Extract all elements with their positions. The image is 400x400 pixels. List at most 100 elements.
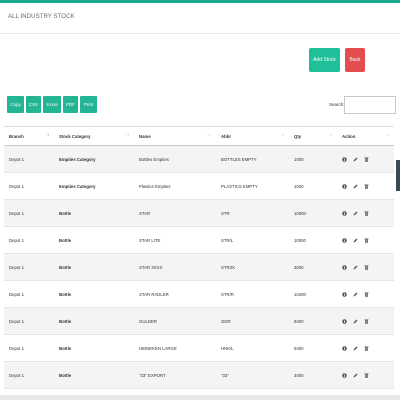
cell-name: STAR LITE [134,226,216,254]
cell-abbr: STR3X [216,253,289,281]
info-icon[interactable] [342,210,347,216]
pencil-icon[interactable] [353,157,358,162]
table-row: Depot 1 Bottle STAR STR 10000 [4,199,394,227]
pencil-icon[interactable] [353,265,358,270]
cell-branch: Depot 1 [4,253,54,281]
copy-button[interactable]: Copy [7,96,24,113]
trash-icon[interactable] [364,238,369,243]
cell-branch: Depot 1 [4,361,54,389]
table-row: Depot 1 Bottle GULDER GDR 9400 [4,307,394,335]
info-icon[interactable] [342,264,347,270]
cell-actions [337,145,394,173]
cell-branch: Depot 1 [4,334,54,362]
csv-button[interactable]: CSV [26,96,41,113]
cell-abbr: STR/R [216,280,289,308]
cell-stock-category: Bottle [54,199,134,227]
scrollbar-thumb[interactable] [396,160,400,191]
stock-table: Branch ↑↓ Stock Category ↑↓ Name ↑↓ Abbr ↑↓ … [4,126,394,400]
cell-branch: Depot 1 [4,280,54,308]
pencil-icon[interactable] [353,292,358,297]
trash-icon[interactable] [364,265,369,270]
cell-abbr: STR/L [216,226,289,254]
title-divider [0,33,400,34]
cell-name: Plastics Empties [134,172,216,200]
table-row: Depot 1 Bottle STAR RADLER STR/R 10400 [4,280,394,308]
export-buttons: Copy CSV Excel PDF Print [7,96,97,113]
cell-actions [337,199,394,227]
cell-qty: 3000 [289,253,337,281]
cell-abbr: HNK/L [216,334,289,362]
column-header-branch[interactable]: Branch ↑↓ [4,126,54,146]
cell-stock-category: Bottle [54,280,134,308]
excel-button[interactable]: Excel [43,96,61,113]
cell-stock-category: Bottle [54,361,134,389]
add-stock-button[interactable]: Add Stock [309,48,340,72]
search-input[interactable] [344,96,396,114]
cell-qty: 1000 [289,145,337,173]
column-header-abbr[interactable]: Abbr ↑↓ [216,126,289,146]
cell-qty: 3400 [289,361,337,389]
pencil-icon[interactable] [353,373,358,378]
table-row: Depot 1 Bottle STAR LITE STR/L 10000 [4,226,394,254]
sort-icon: ↑↓ [280,132,285,138]
trash-icon[interactable] [364,373,369,378]
sort-icon: ↑↓ [328,132,333,138]
back-button[interactable]: Back [345,48,365,72]
trash-icon[interactable] [364,292,369,297]
cell-abbr: STR [216,199,289,227]
cell-qty: 10000 [289,199,337,227]
info-icon[interactable] [342,183,347,189]
info-icon[interactable] [342,291,347,297]
cell-qty: 6400 [289,334,337,362]
cell-branch: Depot 1 [4,199,54,227]
cell-stock-category: Bottle [54,307,134,335]
cell-name: HEINEKEN LARGE [134,334,216,362]
cell-branch: Depot 1 [4,145,54,173]
sort-icon: ↑↓ [125,132,130,138]
cell-name: STAR [134,199,216,227]
trash-icon[interactable] [364,157,369,162]
cell-stock-category: Empties Category [54,172,134,200]
pencil-icon[interactable] [353,319,358,324]
print-button[interactable]: Print [80,96,97,113]
pencil-icon[interactable] [353,184,358,189]
info-icon[interactable] [342,372,347,378]
sort-icon: ↑↓ [385,132,390,138]
pencil-icon[interactable] [353,346,358,351]
cell-stock-category: Bottle [54,334,134,362]
pencil-icon[interactable] [353,238,358,243]
info-icon[interactable] [342,237,347,243]
cell-abbr: "33" [216,361,289,389]
info-icon[interactable] [342,156,347,162]
info-icon[interactable] [342,318,347,324]
pdf-button[interactable]: PDF [63,96,78,113]
column-header-qty[interactable]: Qty ↑↓ [289,126,337,146]
sort-icon: ↑↓ [207,132,212,138]
cell-name: "33" EXPORT [134,361,216,389]
trash-icon[interactable] [364,184,369,189]
trash-icon[interactable] [364,319,369,324]
cell-branch: Depot 1 [4,307,54,335]
cell-stock-category: Bottle [54,226,134,254]
cell-actions [337,307,394,335]
column-header-stock-category[interactable]: Stock Category ↑↓ [54,126,134,146]
cell-qty: 1000 [289,172,337,200]
info-icon[interactable] [342,345,347,351]
trash-icon[interactable] [364,211,369,216]
column-header-name[interactable]: Name ↑↓ [134,126,216,146]
column-header-action[interactable]: Action ↑↓ [337,126,394,146]
cell-stock-category: Empties Category [54,145,134,173]
cell-actions [337,334,394,362]
cell-name: Bottles Empties [134,145,216,173]
page-title: ALL INDUSTRY STOCK [8,14,75,20]
pencil-icon[interactable] [353,211,358,216]
table-row: Depot 1 Bottle STAR 3XXX STR3X 3000 [4,253,394,281]
cell-branch: Depot 1 [4,172,54,200]
cell-abbr: PLASTICS EMPTY [216,172,289,200]
cell-qty: 9400 [289,307,337,335]
table-row: Depot 1 Bottle "33" EXPORT "33" 3400 [4,361,394,389]
cell-actions [337,172,394,200]
cell-actions [337,226,394,254]
table-row: Depot 1 Bottle HEINEKEN LARGE HNK/L 6400 [4,334,394,362]
trash-icon[interactable] [364,346,369,351]
